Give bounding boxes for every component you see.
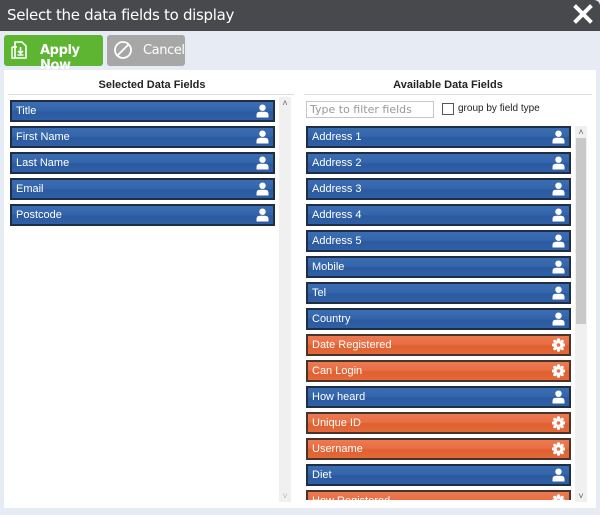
gear-icon bbox=[552, 416, 565, 430]
field-name: Country bbox=[312, 313, 351, 325]
available-field-item[interactable]: Username bbox=[306, 438, 571, 460]
available-field-item[interactable]: Tel bbox=[306, 282, 571, 304]
field-name: Postcode bbox=[16, 209, 62, 221]
person-icon bbox=[256, 130, 269, 144]
person-icon bbox=[552, 208, 565, 222]
available-fields-header: Available Data Fields bbox=[393, 79, 503, 91]
close-x-icon bbox=[573, 4, 593, 24]
group-by-field-type-checkbox[interactable] bbox=[442, 103, 454, 115]
field-name: How heard bbox=[312, 391, 366, 403]
person-icon bbox=[256, 156, 269, 170]
field-name: Mobile bbox=[312, 261, 345, 273]
gear-icon bbox=[552, 338, 565, 352]
selected-field-item[interactable]: Last Name bbox=[10, 152, 275, 174]
person-icon bbox=[552, 130, 565, 144]
person-icon bbox=[552, 468, 565, 482]
selected-field-item[interactable]: Postcode bbox=[10, 204, 275, 226]
field-name: Date Registered bbox=[312, 339, 392, 351]
fields-panel: Selected Data Fields Available Data Fiel… bbox=[4, 70, 596, 508]
field-name: Email bbox=[16, 183, 44, 195]
available-field-item[interactable]: Can Login bbox=[306, 360, 571, 382]
filter-fields-input[interactable] bbox=[306, 101, 434, 118]
select-fields-dialog: Select the data fields to display Apply … bbox=[0, 0, 600, 515]
apply-now-label: Apply Now bbox=[40, 43, 80, 73]
available-fields-list: Address 1 Address 2 Address 3 Address 4 Addr… bbox=[306, 126, 571, 500]
divider bbox=[304, 94, 592, 95]
person-icon bbox=[552, 182, 565, 196]
available-field-item[interactable]: Date Registered bbox=[306, 334, 571, 356]
close-button[interactable] bbox=[573, 4, 593, 26]
download-save-icon bbox=[11, 41, 27, 59]
person-icon bbox=[256, 208, 269, 222]
available-field-item[interactable]: Address 5 bbox=[306, 230, 571, 252]
person-icon bbox=[552, 156, 565, 170]
available-field-item[interactable]: Country bbox=[306, 308, 571, 330]
available-list-scrollbar[interactable]: ˄ ˅ bbox=[575, 126, 587, 502]
gear-icon bbox=[552, 364, 565, 378]
selected-field-item[interactable]: Title bbox=[10, 100, 275, 122]
group-by-field-type-label: group by field type bbox=[458, 103, 540, 114]
selected-fields-list: Title First Name Last Name Email Postcode bbox=[10, 100, 275, 500]
field-name: Diet bbox=[312, 469, 332, 481]
scroll-up-arrow[interactable]: ˄ bbox=[575, 126, 587, 138]
field-name: How Registered bbox=[312, 495, 390, 500]
field-name: Address 2 bbox=[312, 157, 362, 169]
available-field-item[interactable]: Diet bbox=[306, 464, 571, 486]
field-name: Can Login bbox=[312, 365, 363, 377]
selected-list-scrollbar[interactable]: ˄ ˅ bbox=[279, 97, 291, 502]
person-icon bbox=[552, 390, 565, 404]
available-field-item[interactable]: Mobile bbox=[306, 256, 571, 278]
prohibited-circle-icon bbox=[114, 41, 132, 59]
person-icon bbox=[552, 312, 565, 326]
selected-field-item[interactable]: First Name bbox=[10, 126, 275, 148]
person-icon bbox=[552, 286, 565, 300]
available-field-item[interactable]: Address 1 bbox=[306, 126, 571, 148]
apply-now-button[interactable]: Apply Now bbox=[4, 35, 103, 73]
gear-icon bbox=[552, 442, 565, 456]
available-field-item[interactable]: How Registered bbox=[306, 490, 571, 500]
field-name: Address 3 bbox=[312, 183, 362, 195]
field-name: Username bbox=[312, 443, 363, 455]
scroll-up-arrow[interactable]: ˄ bbox=[279, 97, 291, 109]
available-field-item[interactable]: Address 3 bbox=[306, 178, 571, 200]
available-field-item[interactable]: Address 2 bbox=[306, 152, 571, 174]
field-name: Tel bbox=[312, 287, 327, 299]
field-name: Unique ID bbox=[312, 417, 361, 429]
dialog-title: Select the data fields to display bbox=[7, 6, 235, 24]
selected-fields-header: Selected Data Fields bbox=[98, 79, 206, 91]
cancel-button[interactable]: Cancel bbox=[107, 35, 185, 66]
dialog-titlebar: Select the data fields to display bbox=[0, 0, 600, 31]
scrollbar-thumb[interactable] bbox=[576, 138, 586, 324]
field-name: Title bbox=[16, 105, 37, 117]
available-field-item[interactable]: Unique ID bbox=[306, 412, 571, 434]
scroll-down-arrow[interactable]: ˅ bbox=[575, 490, 587, 502]
selected-field-item[interactable]: Email bbox=[10, 178, 275, 200]
available-field-item[interactable]: How heard bbox=[306, 386, 571, 408]
person-icon bbox=[256, 182, 269, 196]
gear-icon bbox=[552, 494, 565, 500]
field-name: First Name bbox=[16, 131, 70, 143]
cancel-label: Cancel bbox=[143, 43, 185, 58]
person-icon bbox=[256, 104, 269, 118]
available-field-item[interactable]: Address 4 bbox=[306, 204, 571, 226]
field-name: Address 5 bbox=[312, 235, 362, 247]
scroll-down-arrow[interactable]: ˅ bbox=[279, 490, 291, 502]
field-name: Last Name bbox=[16, 157, 70, 169]
field-name: Address 1 bbox=[312, 131, 362, 143]
field-name: Address 4 bbox=[312, 209, 362, 221]
person-icon bbox=[552, 260, 565, 274]
person-icon bbox=[552, 234, 565, 248]
divider bbox=[8, 94, 294, 95]
